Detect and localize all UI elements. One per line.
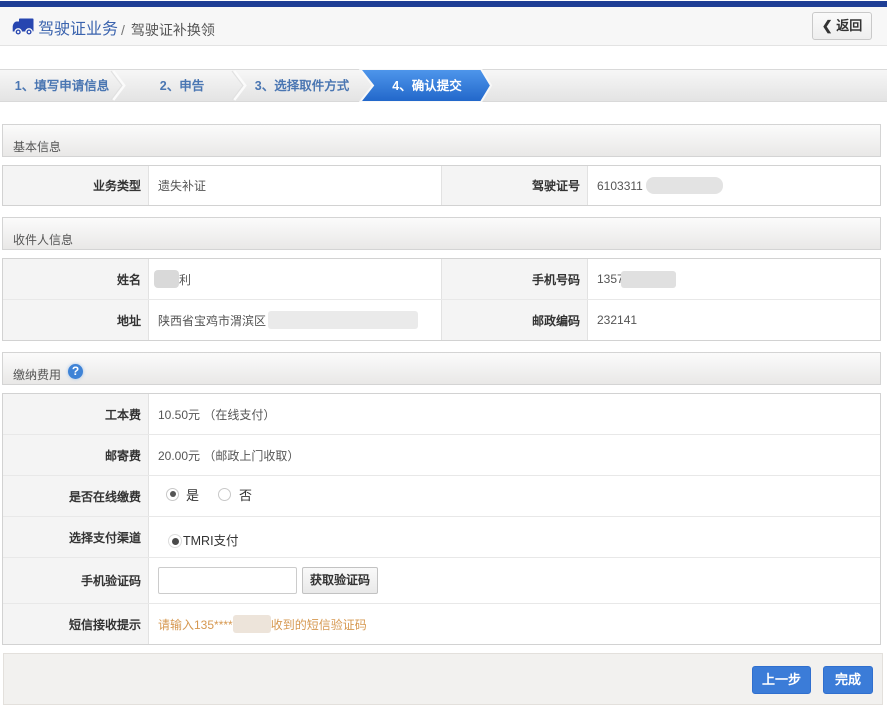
svg-text:3、选择取件方式: 3、选择取件方式 — [255, 78, 350, 93]
svg-text:1、填写申请信息: 1、填写申请信息 — [15, 78, 110, 93]
svg-text:2、申告: 2、申告 — [160, 78, 205, 93]
svg-text:4、确认提交: 4、确认提交 — [392, 78, 462, 93]
